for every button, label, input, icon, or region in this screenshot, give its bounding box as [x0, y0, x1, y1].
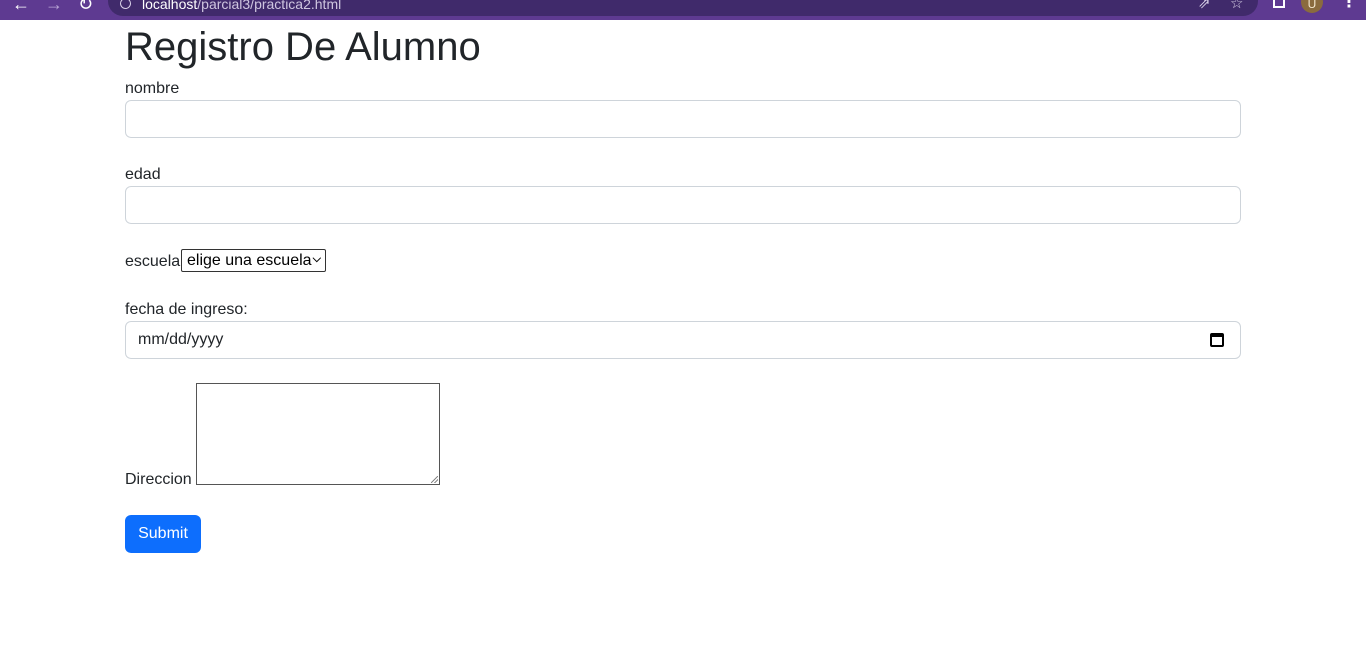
direccion-label: Direccion: [125, 471, 192, 488]
profile-avatar[interactable]: U: [1301, 0, 1323, 13]
fecha-ingreso-label: fecha de ingreso:: [125, 301, 248, 318]
submit-button[interactable]: Submit: [125, 515, 201, 553]
page-title: Registro De Alumno: [125, 25, 481, 69]
fecha-ingreso-input[interactable]: mm/dd/yyyy: [125, 321, 1241, 359]
forward-icon[interactable]: →: [45, 0, 63, 14]
direccion-textarea[interactable]: [196, 383, 440, 485]
address-bar[interactable]: localhost/parcial3/practica2.html ⇗ ☆: [108, 0, 1258, 16]
browser-menu-icon[interactable]: ⋮: [1341, 0, 1357, 12]
escuela-select[interactable]: elige una escuela ⌵: [181, 249, 326, 272]
browser-toolbar: ← → ↻ localhost/parcial3/practica2.html …: [0, 0, 1366, 20]
date-placeholder: mm/dd/yyyy: [138, 331, 224, 348]
back-icon[interactable]: ←: [12, 0, 30, 14]
bookmark-star-icon[interactable]: ☆: [1230, 0, 1243, 12]
edad-input[interactable]: [125, 186, 1241, 224]
nombre-label: nombre: [125, 80, 180, 97]
edad-label: edad: [125, 166, 161, 183]
calendar-icon[interactable]: [1210, 333, 1224, 347]
chevron-down-icon: ⌵: [312, 253, 321, 265]
share-icon[interactable]: ⇗: [1198, 0, 1211, 12]
escuela-label: escuela: [125, 253, 181, 270]
info-icon[interactable]: [120, 0, 131, 9]
url-path: /parcial3/practica2.html: [197, 0, 342, 12]
escuela-selected-value: elige una escuela: [187, 252, 312, 269]
reload-icon[interactable]: ↻: [78, 0, 93, 14]
resize-handle-icon[interactable]: [431, 476, 438, 483]
side-panel-icon[interactable]: [1273, 0, 1285, 8]
url-text[interactable]: localhost/parcial3/practica2.html: [142, 0, 341, 12]
nombre-input[interactable]: [125, 100, 1241, 138]
url-host: localhost: [142, 0, 198, 12]
